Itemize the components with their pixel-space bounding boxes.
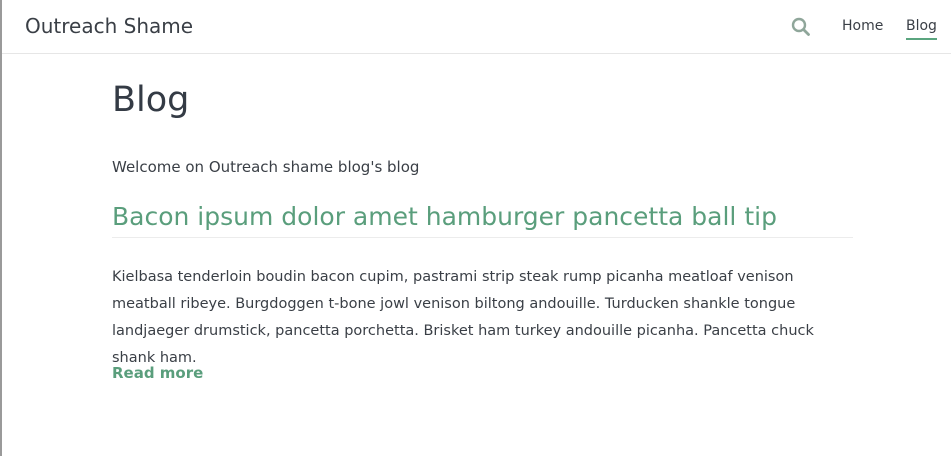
- blog-intro: Welcome on Outreach shame blog's blog: [112, 158, 420, 176]
- post-excerpt: Kielbasa tenderloin boudin bacon cupim, …: [112, 269, 814, 366]
- nav-blog-link[interactable]: Blog: [906, 18, 937, 40]
- post-title[interactable]: Bacon ipsum dolor amet hamburger pancett…: [112, 202, 853, 238]
- nav-home-link[interactable]: Home: [842, 18, 883, 34]
- site-title-link[interactable]: Outreach Shame: [25, 14, 193, 38]
- search-icon: [791, 17, 810, 36]
- read-more-link[interactable]: Read more: [112, 364, 203, 382]
- search-button[interactable]: [790, 16, 812, 38]
- site-header: Outreach Shame Home Blog: [2, 0, 951, 54]
- page-title: Blog: [112, 80, 190, 120]
- page: Outreach Shame Home Blog Blog Welcome on…: [0, 0, 951, 456]
